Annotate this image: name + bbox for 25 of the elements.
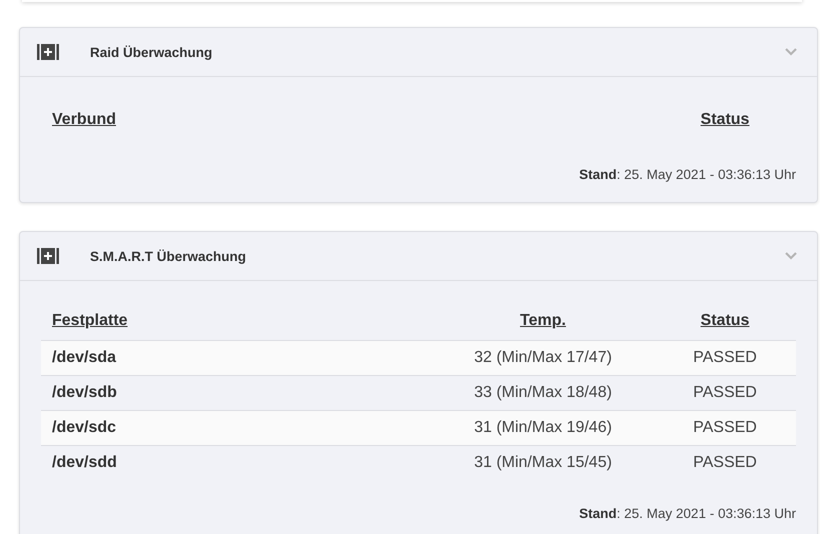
table-cell: 31 (Min/Max 19/46)	[432, 410, 654, 445]
timestamp-text: Stand: 25. May 2021 - 03:36:13 Uhr	[579, 167, 796, 182]
first-aid-kit-icon	[37, 248, 59, 264]
table-cell: /dev/sdb	[41, 375, 432, 410]
column-header[interactable]: Status	[654, 99, 796, 141]
first-aid-kit-icon	[37, 44, 59, 60]
table-cell: PASSED	[654, 375, 796, 410]
table-cell: 33 (Min/Max 18/48)	[432, 375, 654, 410]
panel-title: Raid Überwachung	[90, 44, 212, 60]
column-header[interactable]: Status	[654, 303, 796, 340]
table-cell: /dev/sda	[41, 340, 432, 375]
table-cell: /dev/sdd	[41, 445, 432, 480]
column-header[interactable]: Temp.	[432, 303, 654, 340]
column-header[interactable]: Festplatte	[41, 303, 432, 340]
chevron-down-icon[interactable]	[785, 48, 797, 56]
table-cell: PASSED	[654, 410, 796, 445]
table-cell: 31 (Min/Max 15/45)	[432, 445, 654, 480]
table-cell: PASSED	[654, 445, 796, 480]
table-cell: /dev/sdc	[41, 410, 432, 445]
timestamp-text: Stand: 25. May 2021 - 03:36:13 Uhr	[579, 506, 796, 521]
table-cell: 32 (Min/Max 17/47)	[432, 340, 654, 375]
column-header[interactable]: Verbund	[41, 99, 654, 141]
table-cell: PASSED	[654, 340, 796, 375]
panel-title: S.M.A.R.T Überwachung	[90, 248, 246, 264]
chevron-down-icon[interactable]	[785, 252, 797, 260]
